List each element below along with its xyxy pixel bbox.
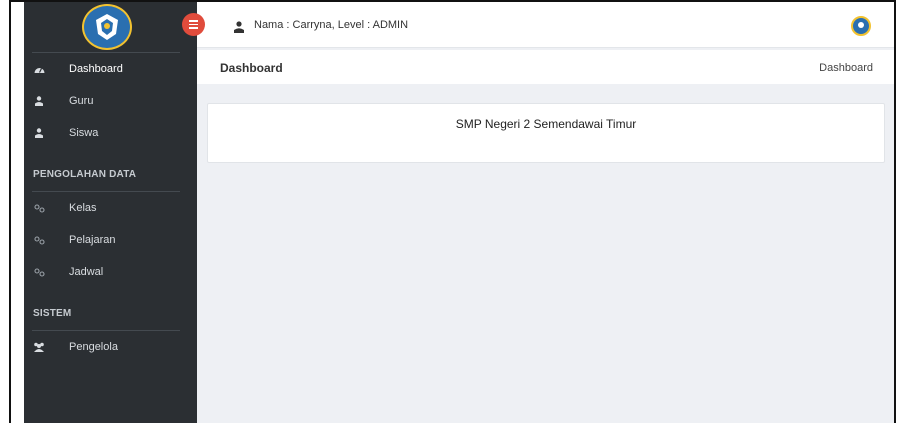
link-icon <box>33 202 45 214</box>
section-title-sistem: SISTEM <box>33 308 72 319</box>
sidebar-item-label: Jadwal <box>69 266 104 278</box>
section-title-pengolahan-data: PENGOLAHAN DATA <box>33 169 137 180</box>
sidebar-toggle-button[interactable] <box>182 13 205 36</box>
sidebar-item-guru[interactable]: Guru <box>24 85 197 117</box>
menu-icon-line <box>189 20 198 22</box>
sidebar-item-label: Kelas <box>69 202 97 214</box>
logo-emblem-icon <box>96 14 118 40</box>
dashboard-icon <box>33 63 45 75</box>
user-icon <box>33 95 45 107</box>
link-icon <box>33 266 45 278</box>
school-name: SMP Negeri 2 Semendawai Timur <box>455 117 637 131</box>
sidebar-item-label: Siswa <box>69 127 99 139</box>
page-title: Dashboard <box>220 61 283 75</box>
school-logo[interactable] <box>82 4 132 50</box>
sidebar: Dashboard Guru Siswa PENGOLAHAN DATA Kel… <box>24 2 197 423</box>
sidebar-item-pelajaran[interactable]: Pelajaran <box>24 224 197 256</box>
menu-icon-line <box>189 27 198 29</box>
school-info-card: SMP Negeri 2 Semendawai Timur <box>207 103 885 163</box>
sidebar-item-label: Pelajaran <box>69 234 116 246</box>
breadcrumb[interactable]: Dashboard <box>819 62 873 74</box>
user-avatar[interactable] <box>851 16 871 36</box>
sidebar-item-jadwal[interactable]: Jadwal <box>24 256 197 288</box>
sidebar-item-kelas[interactable]: Kelas <box>24 192 197 224</box>
sidebar-item-label: Pengelola <box>69 341 118 353</box>
sidebar-item-label: Guru <box>69 95 94 107</box>
user-info-text: Nama : Carryna, Level : ADMIN <box>254 19 409 31</box>
page-header <box>197 50 894 84</box>
user-icon <box>33 127 45 139</box>
sidebar-item-pengelola[interactable]: Pengelola <box>24 331 197 363</box>
menu-icon-line <box>189 23 198 26</box>
sidebar-item-siswa[interactable]: Siswa <box>24 117 197 149</box>
window-border-right <box>894 0 896 423</box>
sidebar-item-label: Dashboard <box>69 63 123 75</box>
users-icon <box>33 341 45 353</box>
link-icon <box>33 234 45 246</box>
user-icon <box>234 20 244 33</box>
sidebar-item-dashboard[interactable]: Dashboard <box>24 53 197 85</box>
window-border-left <box>9 0 11 423</box>
